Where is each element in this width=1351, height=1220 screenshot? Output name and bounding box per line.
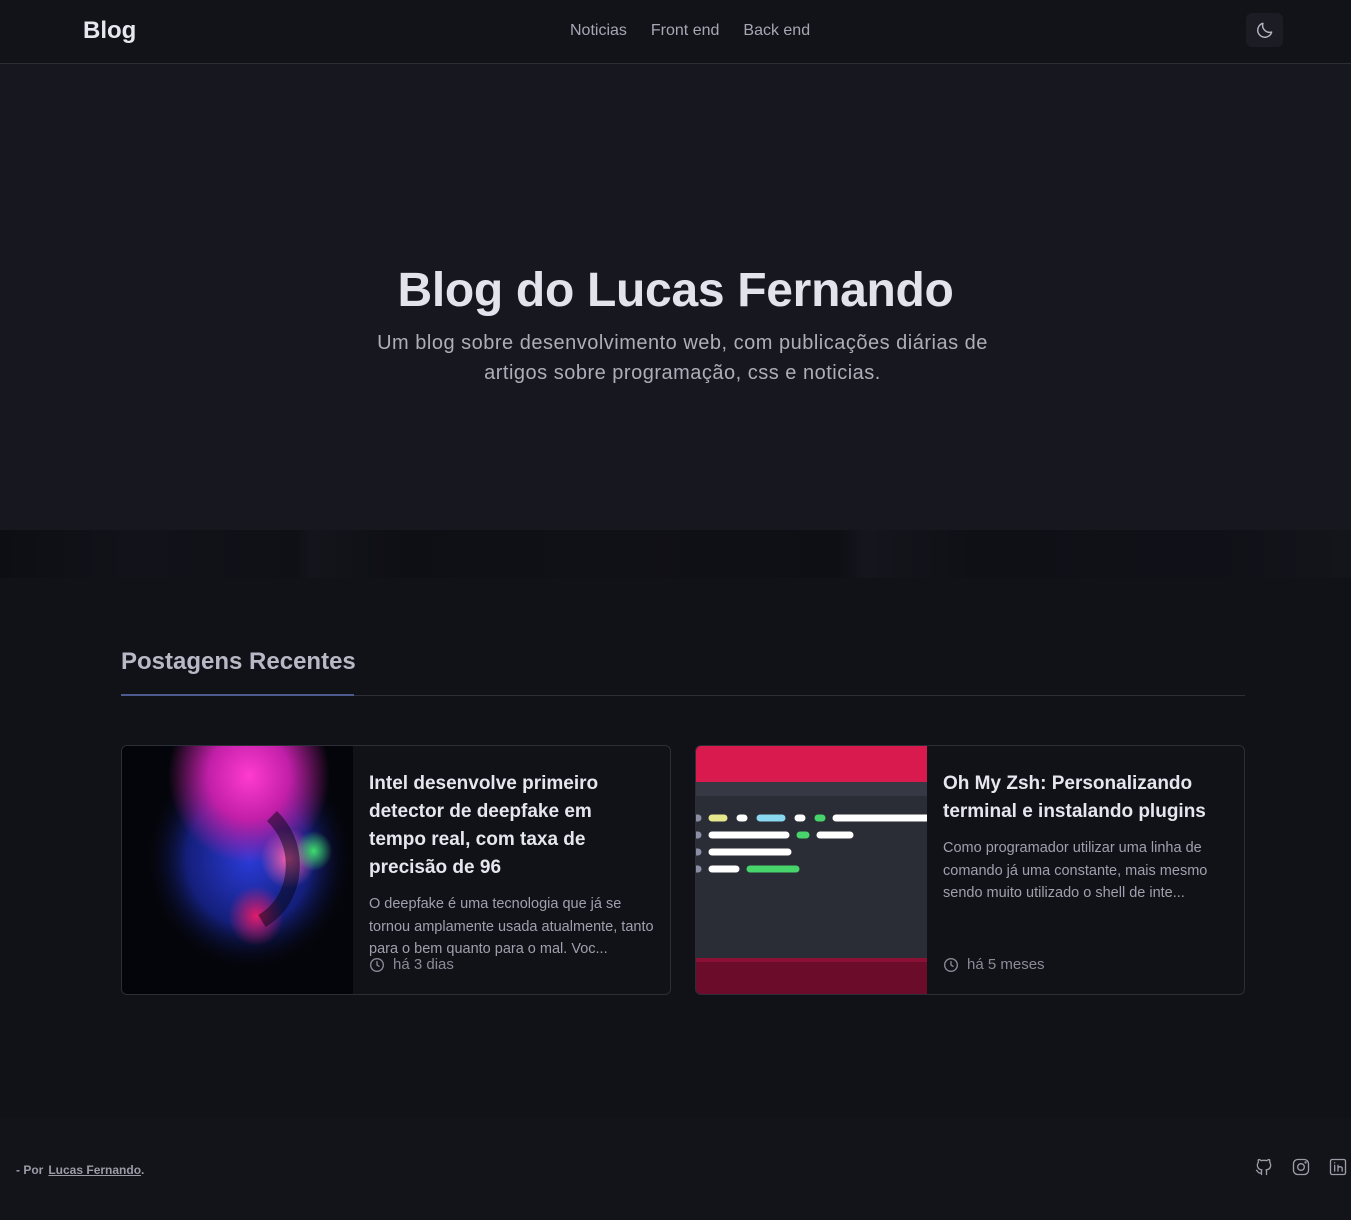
instagram-icon <box>1292 1158 1310 1176</box>
post-card[interactable]: Intel desenvolve primeiro detector de de… <box>121 745 671 995</box>
hero-section: Blog do Lucas Fernando Um blog sobre des… <box>0 64 1351 530</box>
post-body: Oh My Zsh: Personalizando terminal e ins… <box>943 770 1228 905</box>
post-title[interactable]: Oh My Zsh: Personalizando terminal e ins… <box>943 770 1228 826</box>
logo-link[interactable]: Blog <box>83 17 136 45</box>
linkedin-icon <box>1329 1158 1347 1176</box>
instagram-link[interactable] <box>1290 1156 1312 1178</box>
post-excerpt: O deepfake é uma tecnologia que já se to… <box>369 896 654 957</box>
section-title: Postagens Recentes <box>121 648 356 675</box>
nav-link-back-end[interactable]: Back end <box>743 20 810 42</box>
hero-title: Blog do Lucas Fernando <box>397 264 954 317</box>
post-date-text: há 5 meses <box>967 956 1045 973</box>
moon-icon <box>1256 22 1272 38</box>
footer-credit: - Por Lucas Fernando. <box>16 1163 144 1177</box>
linkedin-link[interactable] <box>1327 1156 1349 1178</box>
site-footer: - Por Lucas Fernando. <box>0 1118 1351 1220</box>
github-link[interactable] <box>1253 1156 1275 1178</box>
post-thumbnail[interactable] <box>122 746 353 994</box>
hero-divider-band <box>0 530 1351 578</box>
author-link[interactable]: Lucas Fernando <box>48 1163 141 1177</box>
post-date: há 3 dias <box>369 956 454 973</box>
github-icon <box>1255 1158 1272 1176</box>
post-body: Intel desenvolve primeiro detector de de… <box>369 770 654 961</box>
footer-credit-suffix: . <box>141 1163 145 1177</box>
post-title[interactable]: Intel desenvolve primeiro detector de de… <box>369 770 654 882</box>
theme-toggle-button[interactable] <box>1246 13 1283 47</box>
terminal-code-image <box>696 746 927 994</box>
post-date-text: há 3 dias <box>393 956 454 973</box>
main-nav: Noticias Front end Back end <box>570 20 810 42</box>
nav-link-front-end[interactable]: Front end <box>651 20 719 42</box>
footer-credit-prefix: - Por <box>16 1163 44 1177</box>
neon-face-image <box>122 746 353 994</box>
site-header: Blog Noticias Front end Back end <box>0 0 1351 64</box>
nav-link-noticias[interactable]: Noticias <box>570 20 627 42</box>
post-thumbnail[interactable] <box>696 746 927 994</box>
clock-icon <box>944 957 958 972</box>
post-card[interactable]: Oh My Zsh: Personalizando terminal e ins… <box>695 745 1245 995</box>
clock-icon <box>370 957 384 972</box>
post-excerpt: Como programador utilizar uma linha de c… <box>943 840 1208 901</box>
post-date: há 5 meses <box>943 956 1045 973</box>
section-divider-accent <box>121 694 354 696</box>
hero-subtitle: Um blog sobre desenvolvimento web, com p… <box>377 332 988 384</box>
